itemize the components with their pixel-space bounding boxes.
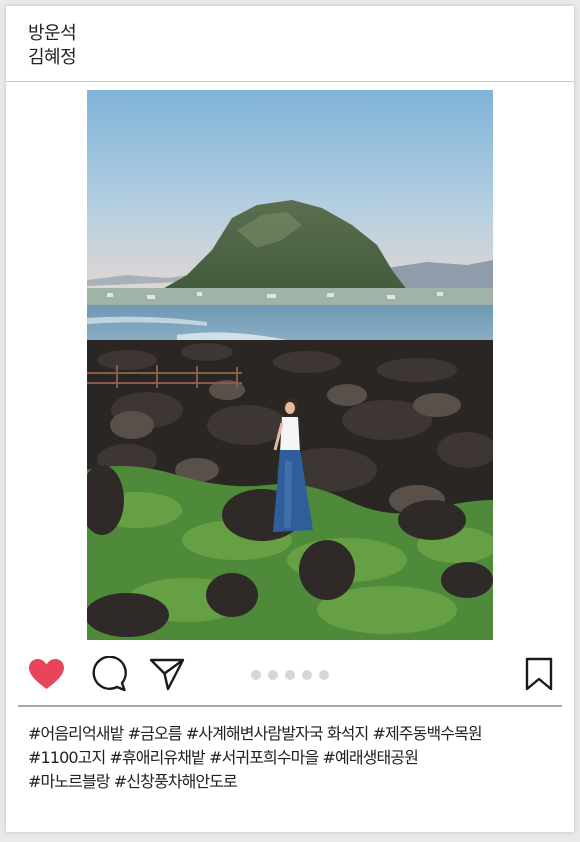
carousel-dot[interactable]	[251, 670, 261, 680]
carousel-dot[interactable]	[302, 670, 312, 680]
header-divider	[6, 81, 574, 82]
heart-icon	[29, 659, 64, 689]
hashtag-line[interactable]: #1100고지 #휴애리유채밭 #서귀포희수마을 #예래생태공원	[28, 746, 568, 770]
like-button[interactable]	[28, 658, 65, 690]
post-card: 방운석 김혜정 #어음리억새밭 #금오름 #사계해변사람발자국 화석지 #제주동…	[6, 6, 574, 832]
bookmark-icon	[525, 657, 553, 691]
post-photo[interactable]	[87, 90, 493, 640]
hashtag-caption: #어음리억새밭 #금오름 #사계해변사람발자국 화석지 #제주동백수목원 #11…	[28, 722, 568, 794]
comment-button[interactable]	[91, 656, 127, 692]
paper-plane-icon	[149, 658, 185, 691]
author-name[interactable]: 김혜정	[28, 46, 77, 70]
comment-icon	[92, 656, 127, 692]
hashtag-line[interactable]: #마노르블랑 #신창풍차해안도로	[28, 770, 568, 794]
caption-divider	[18, 705, 562, 707]
carousel-indicator	[251, 670, 329, 680]
carousel-dot[interactable]	[319, 670, 329, 680]
carousel-dot[interactable]	[268, 670, 278, 680]
share-button[interactable]	[149, 656, 185, 692]
author-name[interactable]: 방운석	[28, 22, 77, 46]
hashtag-line[interactable]: #어음리억새밭 #금오름 #사계해변사람발자국 화석지 #제주동백수목원	[28, 722, 568, 746]
carousel-dot[interactable]	[285, 670, 295, 680]
action-bar	[6, 654, 574, 694]
bookmark-button[interactable]	[525, 657, 553, 691]
post-header: 방운석 김혜정	[28, 22, 77, 70]
